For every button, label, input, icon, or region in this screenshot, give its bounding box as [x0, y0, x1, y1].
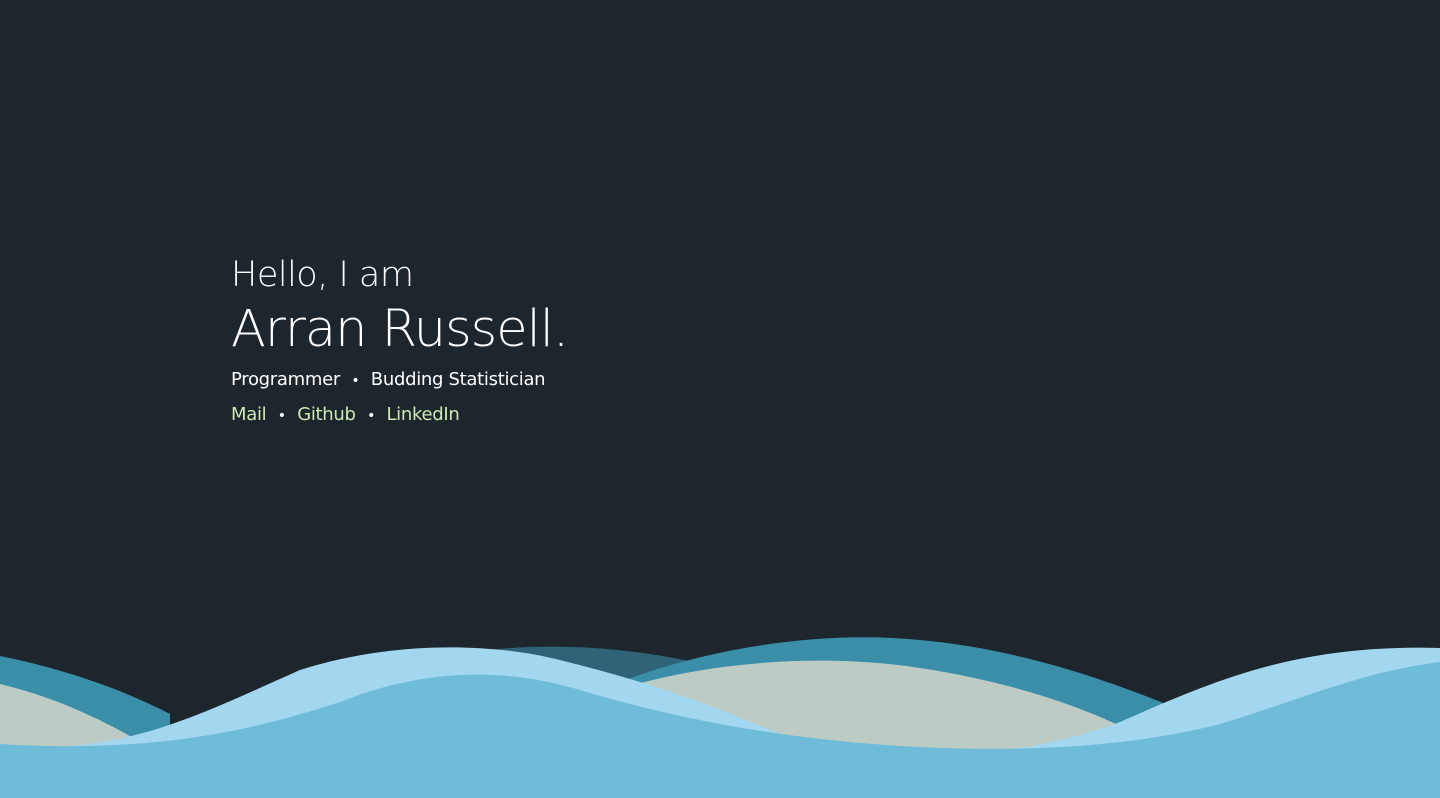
roles-line: Programmer • Budding Statistician	[231, 368, 568, 393]
mail-link[interactable]: Mail	[231, 404, 267, 425]
role-programmer: Programmer	[231, 369, 340, 390]
decorative-waves	[0, 637, 1440, 798]
hero-section: Hello, I am Arran Russell. Programmer • …	[231, 252, 569, 428]
role-statistician: Budding Statistician	[370, 369, 546, 390]
separator: •	[351, 373, 360, 389]
github-link[interactable]: Github	[297, 404, 356, 425]
social-links: Mail • Github • LinkedIn	[231, 403, 568, 428]
linkedin-link[interactable]: LinkedIn	[386, 404, 459, 425]
separator: •	[367, 408, 376, 424]
greeting-text: Hello, I am	[231, 255, 414, 295]
name-heading: Arran Russell.	[231, 300, 569, 359]
separator: •	[277, 408, 286, 424]
